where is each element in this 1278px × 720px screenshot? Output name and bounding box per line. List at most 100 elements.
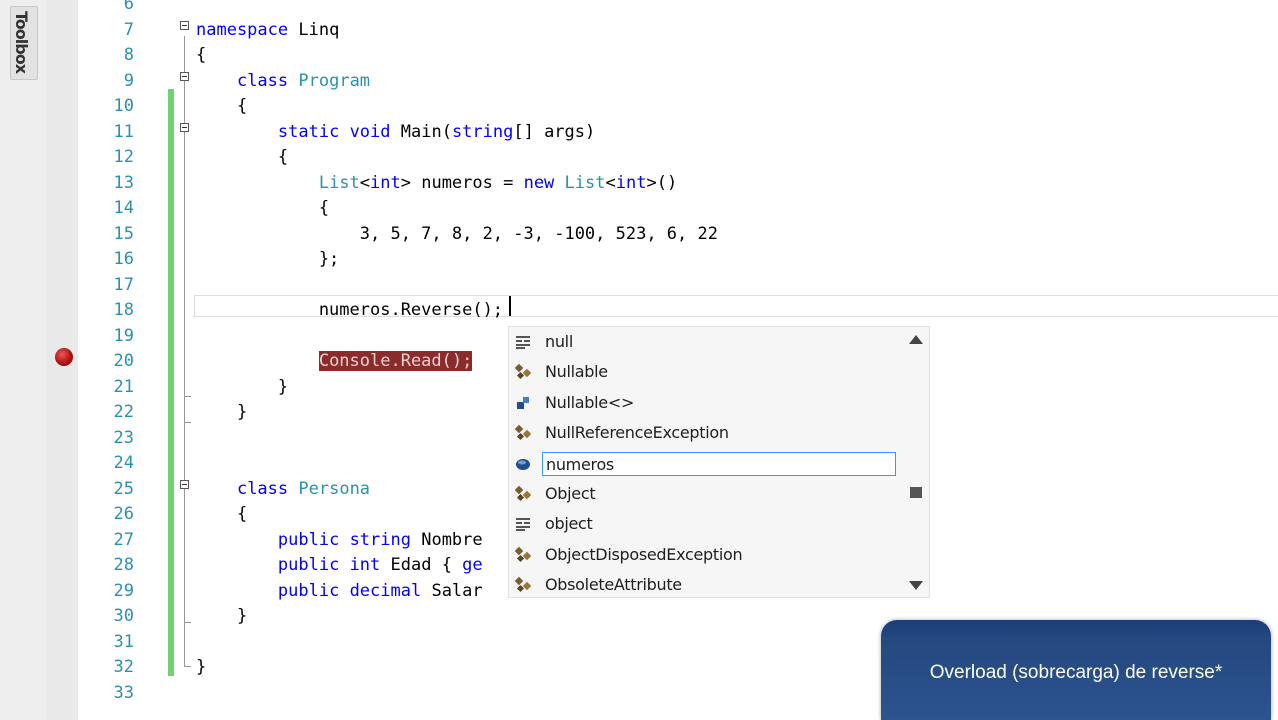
line-number: 25 <box>113 478 134 499</box>
code-line[interactable]: 7 namespace Linq <box>78 18 1278 43</box>
line-number: 31 <box>113 631 134 652</box>
text-caret <box>509 296 511 316</box>
line-number: 16 <box>113 249 134 269</box>
code-text[interactable]: static void Main(string[] args) <box>196 120 595 145</box>
keyword-icon <box>515 516 531 532</box>
code-text[interactable]: } <box>196 400 247 425</box>
completion-item-label: ObsoleteAttribute <box>545 575 682 595</box>
code-line[interactable]: 18 numeros.Reverse(); <box>78 298 1278 323</box>
intellisense-list[interactable]: null Nullable Nullable<> NullReferenceExcep… <box>508 326 930 598</box>
completion-item[interactable]: Nullable<> <box>509 388 909 418</box>
toolbox-label: Toolbox <box>12 11 31 74</box>
code-line[interactable]: 9 class Program <box>78 69 1278 94</box>
code-text[interactable]: { <box>196 196 329 221</box>
toolbox-tab[interactable]: Toolbox <box>10 6 38 80</box>
completion-item-label: numeros <box>542 451 896 476</box>
scroll-down-icon[interactable] <box>909 581 923 590</box>
completion-item[interactable]: null <box>509 327 909 357</box>
code-text[interactable]: public string Nombre <box>196 528 483 553</box>
completion-item-label: Nullable<> <box>545 392 635 412</box>
code-text[interactable]: { <box>196 43 206 68</box>
code-line[interactable]: 14 { <box>78 196 1278 221</box>
code-text[interactable]: Console.Read(); <box>196 349 473 374</box>
completion-item[interactable]: NullReferenceException <box>509 418 909 448</box>
line-number: 18 <box>113 300 134 320</box>
completion-item[interactable]: ObjectDisposedException <box>509 540 909 570</box>
class-icon <box>514 485 532 502</box>
outline-end <box>184 666 191 667</box>
code-text[interactable]: } <box>196 655 206 680</box>
completion-item-label: NullReferenceException <box>545 423 729 443</box>
line-number: 9 <box>123 70 134 91</box>
code-text[interactable]: class Persona <box>196 477 370 502</box>
code-text[interactable]: } <box>196 375 288 400</box>
code-line[interactable]: 11 static void Main(string[] args) <box>78 120 1278 145</box>
collapse-toggle-icon[interactable] <box>180 123 189 132</box>
code-text[interactable]: { <box>196 145 288 170</box>
outline-guide <box>184 138 185 396</box>
class-icon <box>514 546 532 563</box>
line-number: 26 <box>113 504 134 524</box>
code-text[interactable]: public decimal Salar <box>196 579 483 604</box>
code-text[interactable]: namespace Linq <box>196 18 339 43</box>
code-text[interactable]: List<int> numeros = new List<int>() <box>196 171 677 196</box>
scroll-thumb[interactable] <box>910 487 922 498</box>
code-text[interactable]: class Program <box>196 69 370 94</box>
completion-item-label: object <box>545 514 593 534</box>
line-number: 23 <box>113 427 134 448</box>
code-line[interactable]: 10 { <box>78 94 1278 119</box>
collapse-toggle-icon[interactable] <box>180 480 189 489</box>
generic-type-icon <box>515 395 531 411</box>
line-number: 7 <box>123 19 134 40</box>
completion-item-label: Nullable <box>545 362 608 382</box>
completion-item-label: ObjectDisposedException <box>545 544 743 564</box>
line-number: 30 <box>113 606 134 626</box>
code-line[interactable]: 6 <box>78 0 1278 17</box>
line-number: 19 <box>113 325 134 346</box>
code-text[interactable]: } <box>196 604 247 629</box>
outline-end <box>184 622 191 623</box>
class-icon <box>514 424 532 441</box>
tip-text: Overload (sobrecarga) de reverse* <box>929 662 1223 683</box>
collapse-toggle-icon[interactable] <box>180 21 189 30</box>
code-line[interactable]: 17 <box>78 273 1278 298</box>
line-number: 20 <box>113 351 134 371</box>
line-number: 22 <box>113 402 134 422</box>
line-number: 13 <box>113 172 134 193</box>
code-line[interactable]: 12 { <box>78 145 1278 170</box>
line-number: 28 <box>113 555 134 575</box>
outline-end <box>184 422 191 423</box>
code-text[interactable]: 3, 5, 7, 8, 2, -3, -100, 523, 6, 22 <box>196 222 718 247</box>
code-line[interactable]: 15 3, 5, 7, 8, 2, -3, -100, 523, 6, 22 <box>78 222 1278 247</box>
line-number: 17 <box>113 274 134 295</box>
breakpoint-icon[interactable] <box>55 348 73 366</box>
line-number: 27 <box>113 529 134 550</box>
code-line[interactable]: 8{ <box>78 43 1278 68</box>
scroll-up-icon[interactable] <box>909 335 923 344</box>
completion-item-label: Object <box>545 484 596 503</box>
code-line[interactable]: 16 }; <box>78 247 1278 272</box>
line-number: 10 <box>113 96 134 116</box>
code-text[interactable]: { <box>196 94 247 119</box>
line-number: 6 <box>123 0 134 14</box>
completion-item[interactable]: ObsoleteAttribute <box>509 570 909 600</box>
code-text[interactable]: { <box>196 502 247 527</box>
line-number: 8 <box>123 45 134 65</box>
code-text[interactable]: public int Edad { ge <box>196 553 483 578</box>
completion-item[interactable]: Nullable <box>509 357 909 387</box>
line-number: 29 <box>113 580 134 601</box>
keyword-icon <box>515 334 531 350</box>
completion-item-label: null <box>545 332 573 351</box>
completion-item[interactable]: object <box>509 509 909 539</box>
completion-item[interactable]: numeros <box>509 449 909 479</box>
outline-guide <box>184 495 185 622</box>
local-variable-icon <box>515 456 531 472</box>
code-text[interactable]: numeros.Reverse(); <box>196 298 503 323</box>
line-number: 32 <box>113 657 134 677</box>
toolbox-strip: Toolbox <box>0 0 47 720</box>
code-line[interactable]: 13 List<int> numeros = new List<int>() <box>78 171 1278 196</box>
collapse-toggle-icon[interactable] <box>180 72 189 81</box>
completion-item[interactable]: Object <box>509 479 909 509</box>
code-text[interactable]: }; <box>196 247 339 272</box>
line-number: 21 <box>113 376 134 397</box>
